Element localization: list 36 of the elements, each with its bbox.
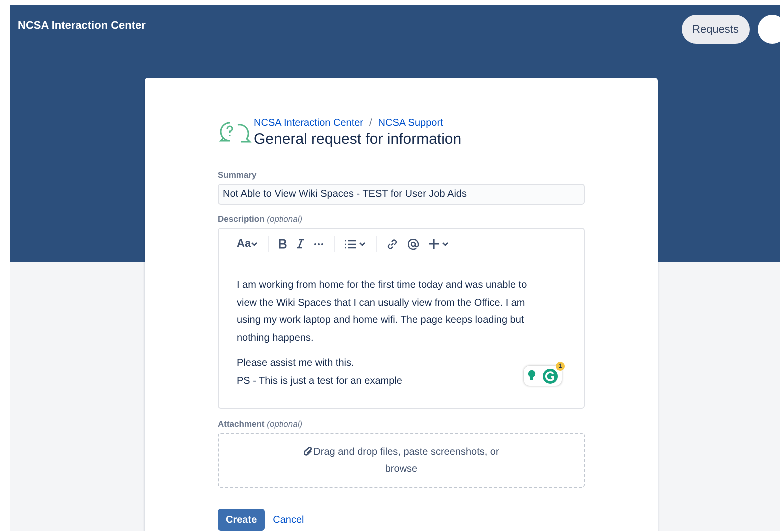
browse-link[interactable]: browse [385,464,418,474]
attachment-label: Attachment (optional) [218,419,304,429]
chevron-down-icon[interactable] [359,242,366,246]
chevron-down-icon[interactable] [442,242,450,246]
grammarly-icon [543,368,558,384]
list-button[interactable] [345,238,366,250]
summary-label: Summary [218,170,258,180]
insert-button[interactable] [429,238,450,250]
site-title: NCSA Interaction Center [18,20,146,32]
avatar[interactable] [758,15,780,44]
breadcrumb-link[interactable]: NCSA Support [378,118,444,129]
help-chat-icon [218,120,252,146]
description-label: Description (optional) [218,214,304,224]
requests-button[interactable]: Requests [682,15,750,44]
grammarly-widget[interactable] [524,366,562,386]
create-button[interactable]: Create [218,509,266,531]
text-style-button[interactable]: Aa [237,238,258,250]
paperclip-icon [304,447,313,457]
summary-field[interactable]: Not Able to View Wiki Spaces - TEST for User Job Aids [218,184,585,205]
attachment-dropzone[interactable]: Drag and drop files, paste screenshots, or browse [218,433,585,488]
description-text: PS - This is just a test for an example [237,375,402,389]
cancel-link[interactable]: Cancel [271,509,306,531]
description-text: I am working from home for the first time today and was unable to view the Wiki Spaces that I can usually view from the Office. I am using my work laptop and home wifi. The page keeps loading but nothing happens. [237,279,528,346]
italic-icon[interactable] [297,239,304,249]
more-icon[interactable] [314,242,324,246]
mention-icon[interactable] [408,238,420,250]
link-icon[interactable] [387,238,398,250]
lightbulb-icon [528,370,536,382]
chevron-down-icon[interactable] [251,242,258,246]
attachment-prompt: Drag and drop files, paste screenshots, or [314,446,500,458]
description-text: Please assist me with this. [237,357,354,371]
description-editor[interactable] [218,228,585,409]
request-title: General request for information [254,131,462,148]
breadcrumb-separator: / [370,118,372,129]
breadcrumb-link[interactable]: NCSA Interaction Center [254,118,364,129]
bold-icon[interactable] [279,239,288,249]
